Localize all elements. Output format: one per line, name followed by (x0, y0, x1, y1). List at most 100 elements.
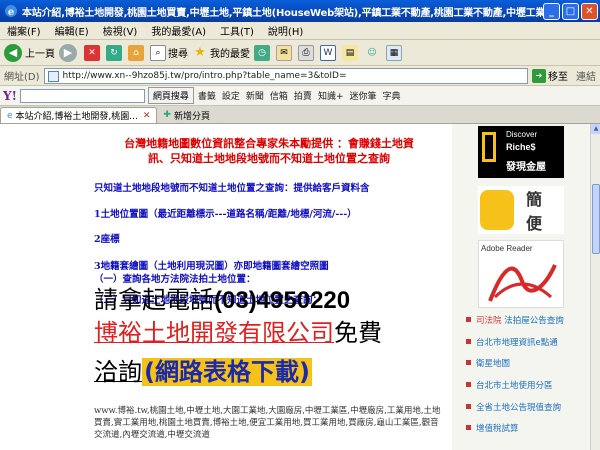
menu-file[interactable]: 檔案(F) (0, 23, 48, 38)
back-arrow-icon: ◀ (4, 43, 22, 62)
scroll-up-icon[interactable]: ▲ (591, 124, 600, 134)
menu-edit[interactable]: 編輯(E) (48, 23, 96, 38)
form-download-link[interactable]: (網路表格下載) (142, 358, 312, 386)
bullet-icon (466, 317, 471, 322)
sidebar-link-land-value[interactable]: 全省土地公告現值查詢 (476, 401, 561, 413)
word-button[interactable]: W (320, 44, 338, 61)
tab-new-label: 新增分頁 (173, 111, 210, 122)
maximize-button[interactable]: □ (562, 2, 579, 20)
search-label: 搜尋 (168, 49, 188, 60)
sidebar-link-tax-calc[interactable]: 增值稅試算 (476, 422, 519, 434)
forward-button[interactable]: ▶ (59, 43, 80, 62)
minimize-button[interactable]: _ (543, 2, 560, 20)
sidebar-link-judicial[interactable]: 司法院 法拍屋公告查詢 (476, 314, 564, 326)
yahoo-search-input[interactable] (19, 88, 145, 103)
page-content: 台灣地籍地圖數位資訊整合專家朱本勵提供 ：會賺錢土地資 訊、只知道土地地段地號而… (0, 124, 590, 450)
yahoo-bookmarks[interactable]: 書籤 (198, 89, 216, 102)
main-column: 台灣地籍地圖數位資訊整合專家朱本勵提供 ：會賺錢土地資 訊、只知道土地地段地號而… (0, 124, 450, 450)
mail-icon: ✉ (276, 44, 292, 61)
bullet-icon (466, 360, 471, 365)
yahoo-knowledge[interactable]: 知識+ (318, 89, 344, 102)
star-icon: ★ (194, 45, 206, 60)
web-search-button[interactable]: 網頁搜尋 (147, 87, 194, 104)
go-button[interactable]: ➜ 移至 (528, 68, 572, 83)
favorites-button[interactable]: ★ 我的最愛 (192, 45, 250, 61)
address-bar: 網址(D) http://www.xn--9hzo85j.tw/pro/intr… (0, 66, 600, 86)
scroll-thumb[interactable] (592, 184, 600, 254)
window-title: 本站介紹,博裕土地開發,桃園土地買賣,中壢土地,平鎮土地(HouseWeb架站)… (22, 7, 543, 19)
sidebar-link-zoning[interactable]: 台北市土地使用分區 (476, 379, 553, 391)
research-icon: ▦ (386, 44, 402, 61)
info-line3: 2座標 (94, 234, 120, 245)
headline: 台灣地籍地圖數位資訊整合專家朱本勵提供 ：會賺錢土地資 訊、只知道土地地段地號而… (94, 136, 444, 166)
title-bar: e 本站介紹,博裕土地開發,桃園土地買賣,中壢土地,平鎮土地(HouseWeb架… (0, 0, 600, 22)
headline-line2: 訊、只知道土地地段地號而不知道土地位置之查詢 (148, 152, 390, 165)
search-icon: ⌕ (150, 44, 166, 61)
banner-line2: Riche$ (506, 142, 536, 152)
phone-number[interactable]: (03)4950220 (214, 287, 350, 314)
word-icon: W (320, 44, 336, 61)
tab-current[interactable]: e 本站介紹,博裕土地開發,桃園... ✕ (0, 107, 158, 123)
print-button[interactable]: ⎙ (298, 44, 316, 61)
sidebar-link-satellite[interactable]: 衛星地圖 (476, 357, 510, 369)
go-arrow-icon: ➜ (532, 68, 546, 83)
stop-icon: ✕ (84, 44, 100, 61)
promo-char2: 便 (526, 214, 543, 233)
yahoo-mail[interactable]: 信箱 (270, 89, 288, 102)
promo-banner[interactable]: 簡 便 (478, 186, 564, 234)
yahoo-mini-notes[interactable]: 迷你筆 (349, 89, 376, 102)
adobe-reader-banner[interactable]: Adobe Reader (478, 240, 564, 308)
research-button[interactable]: ▦ (386, 44, 404, 61)
search-button[interactable]: ⌕ 搜尋 (150, 44, 188, 61)
stop-button[interactable]: ✕ (84, 44, 102, 61)
bullet-icon (466, 382, 471, 387)
yahoo-news[interactable]: 新聞 (246, 89, 264, 102)
links-label[interactable]: 連結 (572, 68, 600, 83)
yahoo-toolbar: Y! 網頁搜尋 書籤 設定 新聞 信箱 拍賣 知識+ 迷你筆 字典 (0, 86, 600, 106)
discuss-button[interactable]: ▤ (342, 44, 360, 61)
home-icon: ⌂ (128, 44, 144, 61)
cartoon-icon (480, 190, 514, 230)
tab-current-label: 本站介紹,博裕土地開發,桃園... (15, 112, 138, 122)
menu-help[interactable]: 說明(H) (261, 23, 310, 38)
go-label: 移至 (548, 72, 568, 83)
adobe-label: Adobe Reader (481, 244, 533, 253)
toolbar: ◀ 上一頁 ▶ ✕ ↻ ⌂ ⌕ 搜尋 ★ 我的最愛 ◷ ✉ ⎙ W ▤ ☺ ▦ (0, 40, 600, 66)
browser-window: e 本站介紹,博裕土地開發,桃園土地買賣,中壢土地,平鎮土地(HouseWeb架… (0, 0, 600, 450)
tab-bar: e 本站介紹,博裕土地開發,桃園... ✕ ✚ 新增分頁 (0, 106, 600, 124)
discover-riches-banner[interactable]: Discover Riche$ 發現金屋 (478, 126, 564, 178)
refresh-button[interactable]: ↻ (106, 44, 124, 61)
consult-line: 洽詢(網路表格下載) (94, 356, 312, 388)
messenger-button[interactable]: ☺ (364, 45, 382, 61)
history-icon: ◷ (254, 44, 270, 61)
close-button[interactable]: ✕ (581, 2, 598, 20)
ie-tab-icon: e (7, 110, 13, 121)
menu-tools[interactable]: 工具(T) (213, 23, 261, 38)
frame-logo-icon (482, 132, 496, 162)
adobe-logo-icon (488, 264, 557, 302)
sidebar-link-gis[interactable]: 台北市地理資訊e點通 (476, 336, 558, 348)
footer-keywords: www.博裕.tw,桃園土地,中壢土地,大園工業地,大園廠房,中壢工業區,中壢廠… (94, 406, 441, 440)
tab-new[interactable]: ✚ 新增分頁 (157, 107, 216, 123)
tab-close-icon[interactable]: ✕ (143, 111, 151, 121)
menu-favorites[interactable]: 我的最愛(A) (144, 23, 213, 38)
yahoo-settings[interactable]: 設定 (222, 89, 240, 102)
yahoo-dictionary[interactable]: 字典 (383, 89, 401, 102)
history-button[interactable]: ◷ (254, 44, 272, 61)
address-input[interactable]: http://www.xn--9hzo85j.tw/pro/intro.php?… (43, 67, 528, 84)
company-name[interactable]: 博裕土地開發有限公司 (94, 319, 334, 347)
vertical-scrollbar[interactable]: ▲ (590, 124, 600, 450)
bullet-icon (466, 339, 471, 344)
favorites-label: 我的最愛 (210, 49, 250, 60)
headline-line1: 台灣地籍地圖數位資訊整合專家朱本勵提供 ：會賺錢土地資 (124, 137, 414, 150)
yahoo-logo[interactable]: Y! (3, 89, 17, 103)
yahoo-auction[interactable]: 拍賣 (294, 89, 312, 102)
info-line4: 3地籍套繪圖（土地利用現況圖）亦即地籍圖套繪空照圖 (94, 261, 329, 272)
menu-view[interactable]: 檢視(V) (96, 23, 145, 38)
home-button[interactable]: ⌂ (128, 44, 146, 61)
back-button[interactable]: ◀ 上一頁 (4, 43, 55, 62)
bullet-icon (466, 404, 471, 409)
info-line2: 1土地位置圖（最近距離標示---道路名稱/距離/地標/河流/---） (94, 209, 357, 220)
mail-button[interactable]: ✉ (276, 44, 294, 61)
free-text: 免費 (334, 319, 382, 347)
